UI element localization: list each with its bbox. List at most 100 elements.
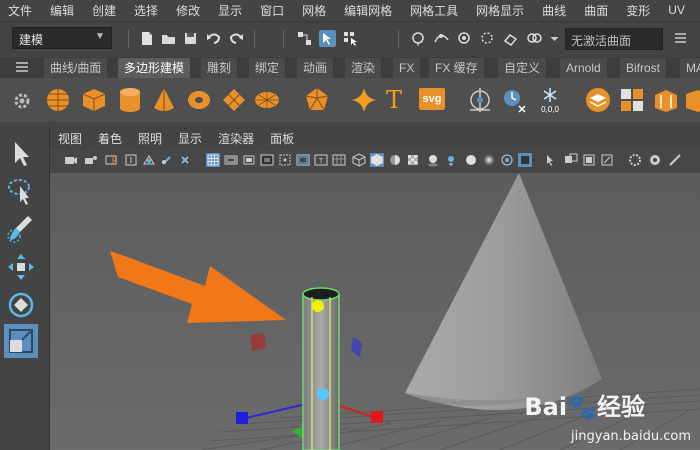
- chevron-down-icon[interactable]: [546, 30, 559, 47]
- gate-mask-icon[interactable]: [260, 153, 274, 167]
- two-panes-icon[interactable]: [564, 153, 578, 167]
- menu-surfaces[interactable]: 曲面: [584, 2, 608, 19]
- select-camera-icon[interactable]: [544, 153, 558, 167]
- 3d-viewport[interactable]: Bai🐾经验 jingyan.baidu.com: [50, 173, 700, 450]
- viewport-menu-lighting[interactable]: 照明: [138, 130, 162, 147]
- history-icon[interactable]: [672, 30, 689, 47]
- layout-icon[interactable]: [582, 153, 596, 167]
- snap-to-point-icon[interactable]: [456, 30, 473, 47]
- menu-window[interactable]: 窗口: [260, 2, 284, 19]
- scale-tool-icon[interactable]: [4, 324, 38, 358]
- poly-cylinder-icon[interactable]: [116, 86, 144, 114]
- viewport-menu-view[interactable]: 视图: [58, 130, 82, 147]
- open-scene-icon[interactable]: [160, 30, 177, 47]
- poly-plane-icon[interactable]: [220, 86, 248, 114]
- film-gate-icon[interactable]: [224, 153, 238, 167]
- frame-selection-icon[interactable]: [600, 153, 614, 167]
- select-by-hierarchy-icon[interactable]: [296, 30, 313, 47]
- menu-set-dropdown[interactable]: 建模 ▼: [12, 27, 112, 49]
- viewport-menu-shading[interactable]: 着色: [98, 130, 122, 147]
- snap-to-view-plane-icon[interactable]: [479, 30, 496, 47]
- svg-tool[interactable]: svg: [419, 88, 445, 110]
- tab-fx[interactable]: FX: [393, 58, 422, 78]
- snap-to-surface-icon[interactable]: [502, 30, 519, 47]
- poly-cone-icon[interactable]: [150, 86, 178, 114]
- safe-title-icon[interactable]: T: [314, 153, 328, 167]
- menu-mesh[interactable]: 网格: [302, 2, 326, 19]
- default-material-icon[interactable]: [388, 153, 402, 167]
- separate-icon[interactable]: [618, 86, 646, 114]
- xray-icon[interactable]: [482, 153, 496, 167]
- menu-file[interactable]: 文件: [8, 2, 32, 19]
- select-by-object-icon[interactable]: [319, 30, 336, 47]
- menu-uv[interactable]: UV: [668, 3, 685, 17]
- xray-components-icon[interactable]: [518, 153, 532, 167]
- redo-icon[interactable]: [228, 30, 245, 47]
- menu-mesh-display[interactable]: 网格显示: [476, 2, 524, 19]
- tab-rendering[interactable]: 渲染: [345, 58, 383, 78]
- safe-action-icon[interactable]: [296, 153, 310, 167]
- sparkle-icon[interactable]: [350, 86, 378, 114]
- camera-attributes-icon[interactable]: [84, 153, 98, 167]
- paint-select-tool-icon[interactable]: [4, 212, 38, 246]
- tab-poly-modeling[interactable]: 多边形建模: [118, 58, 192, 78]
- tab-sculpting[interactable]: 雕刻: [201, 58, 239, 78]
- new-scene-icon[interactable]: [138, 30, 155, 47]
- combine-icon[interactable]: [584, 86, 612, 114]
- menu-create[interactable]: 创建: [92, 2, 116, 19]
- menu-curves[interactable]: 曲线: [542, 2, 566, 19]
- snap-to-grid-icon[interactable]: [410, 30, 427, 47]
- snap-to-curve-icon[interactable]: [433, 30, 450, 47]
- select-tool-icon[interactable]: [4, 136, 38, 170]
- viewport-menu-show[interactable]: 显示: [178, 130, 202, 147]
- menu-deform[interactable]: 变形: [626, 2, 650, 19]
- rotate-tool-icon[interactable]: [4, 288, 38, 322]
- snap-together-icon[interactable]: [526, 30, 543, 47]
- move-tool-icon[interactable]: [4, 250, 38, 284]
- freeze-transform-icon[interactable]: 0,0,0: [536, 86, 564, 114]
- live-surface-field[interactable]: 无激活曲面: [565, 28, 663, 50]
- menu-mesh-tools[interactable]: 网格工具: [410, 2, 458, 19]
- bookmarks-icon[interactable]: [104, 153, 118, 167]
- anti-aliasing-icon[interactable]: [668, 153, 682, 167]
- menu-icon[interactable]: [16, 62, 28, 72]
- tab-custom[interactable]: 自定义: [498, 58, 548, 78]
- image-plane-icon[interactable]: [124, 153, 138, 167]
- platonic-solid-icon[interactable]: [303, 86, 331, 114]
- grease-pencil-icon[interactable]: [160, 153, 174, 167]
- menu-select[interactable]: 选择: [134, 2, 158, 19]
- tab-mash[interactable]: MASH: [680, 58, 700, 78]
- pan-zoom-icon[interactable]: [178, 153, 192, 167]
- poly-sphere-icon[interactable]: [44, 86, 72, 114]
- tab-bifrost[interactable]: Bifrost: [620, 58, 668, 78]
- menu-modify[interactable]: 修改: [176, 2, 200, 19]
- isolate-select-icon[interactable]: [464, 153, 478, 167]
- xray-joints-icon[interactable]: [500, 153, 514, 167]
- viewport-menu-renderer[interactable]: 渲染器: [218, 130, 254, 147]
- sweep-mesh-icon[interactable]: [466, 86, 494, 114]
- tab-rigging[interactable]: 绑定: [249, 58, 287, 78]
- save-scene-icon[interactable]: [182, 30, 199, 47]
- wireframe-icon[interactable]: [352, 153, 366, 167]
- extrude-icon[interactable]: [652, 86, 680, 114]
- camera-icon[interactable]: [64, 153, 78, 167]
- resolution-gate-icon[interactable]: [242, 153, 256, 167]
- tab-fx-caching[interactable]: FX 缓存: [429, 58, 485, 78]
- viewport-menu-panels[interactable]: 面板: [270, 130, 294, 147]
- gear-icon[interactable]: [13, 92, 31, 110]
- smooth-shade-icon[interactable]: [370, 153, 384, 167]
- textured-icon[interactable]: [406, 153, 420, 167]
- tab-animation[interactable]: 动画: [297, 58, 335, 78]
- 2d-pan-zoom-icon[interactable]: [142, 153, 156, 167]
- lasso-tool-icon[interactable]: [4, 174, 38, 208]
- menu-display[interactable]: 显示: [218, 2, 242, 19]
- menu-edit[interactable]: 编辑: [50, 2, 74, 19]
- poly-torus-icon[interactable]: [185, 86, 213, 114]
- text-tool[interactable]: T: [386, 86, 402, 114]
- camera-guides-icon[interactable]: [332, 153, 346, 167]
- timer-icon[interactable]: [500, 86, 528, 114]
- lights-icon[interactable]: [444, 153, 458, 167]
- poly-disc-icon[interactable]: [253, 86, 281, 114]
- renderer-icon[interactable]: [628, 153, 642, 167]
- poly-cube-icon[interactable]: [80, 86, 108, 114]
